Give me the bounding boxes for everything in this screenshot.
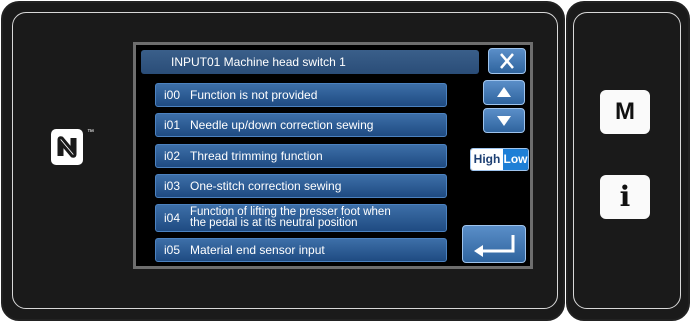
- close-button[interactable]: [488, 48, 526, 74]
- scroll-down-button[interactable]: [483, 108, 525, 133]
- screen-title: INPUT01 Machine head switch 1: [141, 50, 479, 74]
- list-item-i01[interactable]: i01 Needle up/down correction sewing: [155, 113, 447, 137]
- item-label: Needle up/down correction sewing: [190, 118, 374, 132]
- nfc-trademark: ™: [87, 129, 94, 136]
- list-item-i04[interactable]: i04 Function of lifting the presser foot…: [155, 204, 447, 232]
- bezel-inner-outline-right: [573, 12, 681, 309]
- lcd-screen: INPUT01 Machine head switch 1 i00 Functi…: [133, 42, 533, 269]
- item-code: i00: [164, 88, 181, 102]
- item-code: i05: [164, 243, 181, 257]
- list-item-i05[interactable]: i05 Material end sensor input: [155, 238, 447, 262]
- item-code: i03: [164, 179, 181, 193]
- scroll-up-button[interactable]: [483, 80, 525, 105]
- close-icon: [500, 53, 514, 69]
- item-label: Function of lifting the presser foot whe…: [190, 206, 391, 229]
- list-item-i00[interactable]: i00 Function is not provided: [155, 83, 447, 107]
- list-item-i03[interactable]: i03 One-stitch correction sewing: [155, 174, 447, 198]
- item-code: i02: [164, 149, 181, 163]
- high-low-toggle[interactable]: High Low: [470, 148, 529, 171]
- list-item-i02[interactable]: i02 Thread trimming function: [155, 144, 447, 168]
- arrow-up-icon: [497, 87, 511, 97]
- nfc-logo-icon: [51, 129, 83, 165]
- item-label: Function is not provided: [190, 88, 318, 102]
- enter-icon: [474, 235, 515, 257]
- toggle-high-option[interactable]: High: [471, 149, 503, 170]
- info-key[interactable]: i: [600, 175, 650, 219]
- arrow-down-icon: [497, 116, 511, 126]
- item-label: One-stitch correction sewing: [190, 179, 342, 193]
- item-label: Material end sensor input: [190, 243, 325, 257]
- item-code: i04: [164, 211, 181, 225]
- item-label: Thread trimming function: [190, 149, 323, 163]
- menu-key[interactable]: M: [600, 90, 650, 134]
- enter-button[interactable]: [462, 225, 526, 263]
- item-code: i01: [164, 118, 181, 132]
- toggle-low-option[interactable]: Low: [503, 149, 528, 170]
